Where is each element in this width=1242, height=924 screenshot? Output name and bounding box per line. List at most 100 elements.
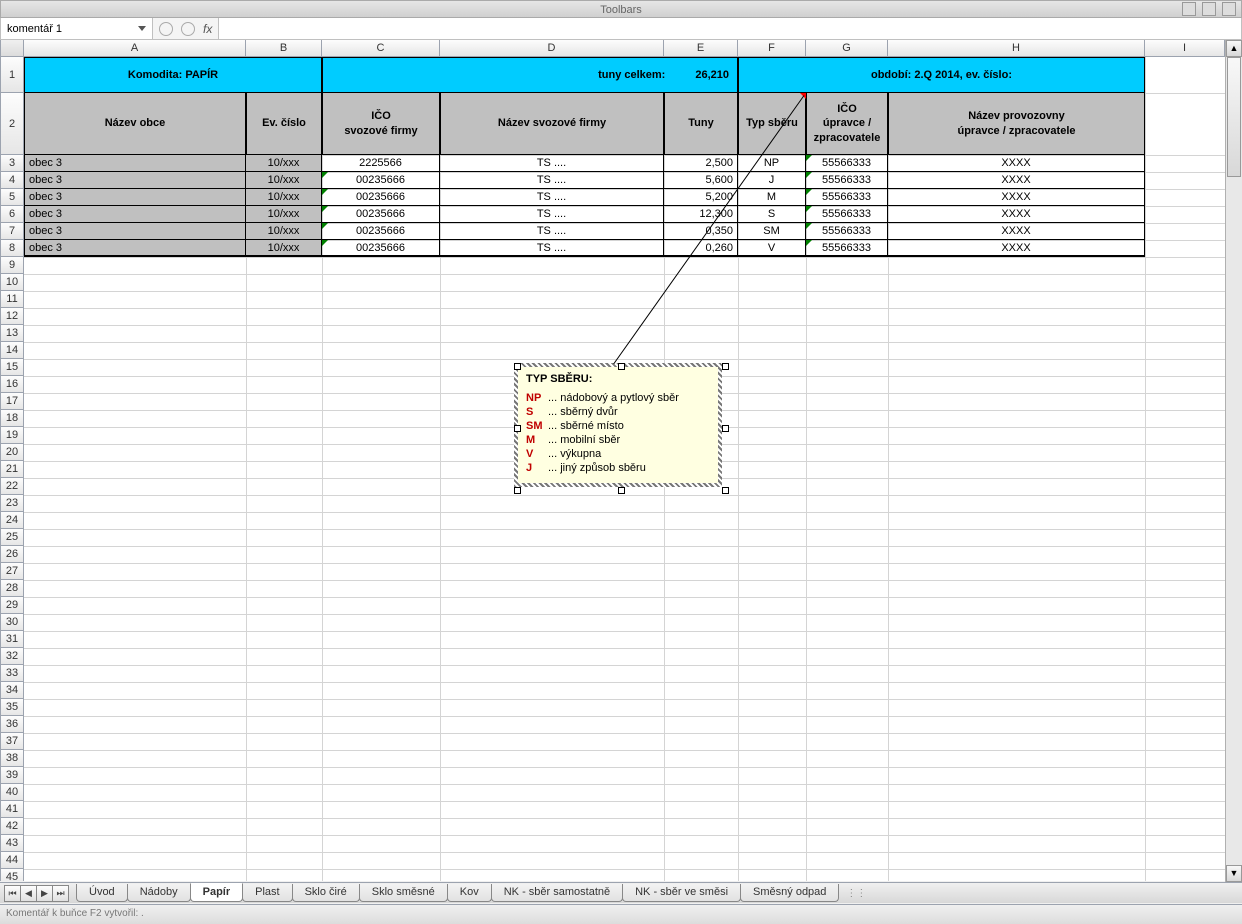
cell-G6[interactable]: 55566333	[806, 206, 888, 223]
row-header-38[interactable]: 38	[1, 750, 24, 767]
formula-cancel-icon[interactable]	[159, 22, 173, 36]
row-header-7[interactable]: 7	[1, 223, 24, 240]
row-header-21[interactable]: 21	[1, 461, 24, 478]
cell-A3[interactable]: obec 3	[24, 155, 246, 172]
table-header-D[interactable]: Název svozové firmy	[440, 93, 664, 155]
cell-H8[interactable]: XXXX	[888, 240, 1145, 257]
cell-D7[interactable]: TS ....	[440, 223, 664, 240]
cell-H3[interactable]: XXXX	[888, 155, 1145, 172]
scroll-down-button[interactable]: ▼	[1226, 865, 1242, 882]
cell-G7[interactable]: 55566333	[806, 223, 888, 240]
header-tuny-celkem[interactable]: tuny celkem:26,210	[322, 57, 738, 93]
row-header-24[interactable]: 24	[1, 512, 24, 529]
row-header-33[interactable]: 33	[1, 665, 24, 682]
sheet-tab--vod[interactable]: Úvod	[76, 884, 128, 902]
row-header-10[interactable]: 10	[1, 274, 24, 291]
cell-C5[interactable]: 00235666	[322, 189, 440, 206]
cell-G4[interactable]: 55566333	[806, 172, 888, 189]
cell-B3[interactable]: 10/xxx	[246, 155, 322, 172]
row-header-32[interactable]: 32	[1, 648, 24, 665]
error-indicator-icon[interactable]	[322, 172, 328, 178]
row-header-27[interactable]: 27	[1, 563, 24, 580]
row-header-23[interactable]: 23	[1, 495, 24, 512]
cell-D4[interactable]: TS ....	[440, 172, 664, 189]
row-header-3[interactable]: 3	[1, 155, 24, 172]
error-indicator-icon[interactable]	[806, 172, 812, 178]
row-header-16[interactable]: 16	[1, 376, 24, 393]
resize-handle[interactable]	[722, 487, 729, 494]
table-header-F[interactable]: Typ sběru	[738, 93, 806, 155]
sheet-tab-kov[interactable]: Kov	[447, 884, 492, 902]
error-indicator-icon[interactable]	[322, 240, 328, 246]
col-header-F[interactable]: F	[738, 40, 806, 56]
sheet-tab-sklo-ir-[interactable]: Sklo čiré	[292, 884, 360, 902]
row-header-44[interactable]: 44	[1, 852, 24, 869]
error-indicator-icon[interactable]	[806, 189, 812, 195]
cell-C7[interactable]: 00235666	[322, 223, 440, 240]
row-header-15[interactable]: 15	[1, 359, 24, 376]
row-header-12[interactable]: 12	[1, 308, 24, 325]
row-header-22[interactable]: 22	[1, 478, 24, 495]
col-header-H[interactable]: H	[888, 40, 1145, 56]
row-header-11[interactable]: 11	[1, 291, 24, 308]
cell-H4[interactable]: XXXX	[888, 172, 1145, 189]
row-header-18[interactable]: 18	[1, 410, 24, 427]
row-header-35[interactable]: 35	[1, 699, 24, 716]
cell-B4[interactable]: 10/xxx	[246, 172, 322, 189]
cell-H5[interactable]: XXXX	[888, 189, 1145, 206]
error-indicator-icon[interactable]	[806, 206, 812, 212]
cell-D6[interactable]: TS ....	[440, 206, 664, 223]
resize-handle[interactable]	[722, 363, 729, 370]
cell-G5[interactable]: 55566333	[806, 189, 888, 206]
sheet-tab-nk-sb-r-samostatn-[interactable]: NK - sběr samostatně	[491, 884, 623, 902]
resize-handle[interactable]	[618, 363, 625, 370]
header-komodita[interactable]: Komodita: PAPÍR	[24, 57, 322, 93]
cell-H7[interactable]: XXXX	[888, 223, 1145, 240]
row-header-2[interactable]: 2	[1, 93, 24, 155]
col-header-C[interactable]: C	[322, 40, 440, 56]
row-header-28[interactable]: 28	[1, 580, 24, 597]
header-obdobi[interactable]: období: 2.Q 2014, ev. číslo:	[738, 57, 1145, 93]
table-header-B[interactable]: Ev. číslo	[246, 93, 322, 155]
table-header-E[interactable]: Tuny	[664, 93, 738, 155]
tab-prev-button[interactable]: ◀	[20, 885, 37, 902]
maximize-button[interactable]	[1202, 2, 1216, 16]
scroll-up-button[interactable]: ▲	[1226, 40, 1242, 57]
cell-A6[interactable]: obec 3	[24, 206, 246, 223]
col-header-I[interactable]: I	[1145, 40, 1225, 56]
sheet-tab-sklo-sm-sn-[interactable]: Sklo směsné	[359, 884, 448, 902]
cell-D8[interactable]: TS ....	[440, 240, 664, 257]
cell-E8[interactable]: 0,260	[664, 240, 738, 257]
cell-A5[interactable]: obec 3	[24, 189, 246, 206]
formula-accept-icon[interactable]	[181, 22, 195, 36]
row-header-5[interactable]: 5	[1, 189, 24, 206]
tab-next-button[interactable]: ▶	[36, 885, 53, 902]
table-header-C[interactable]: IČO svozové firmy	[322, 93, 440, 155]
row-header-30[interactable]: 30	[1, 614, 24, 631]
resize-handle[interactable]	[514, 487, 521, 494]
minimize-button[interactable]	[1182, 2, 1196, 16]
row-header-40[interactable]: 40	[1, 784, 24, 801]
error-indicator-icon[interactable]	[322, 189, 328, 195]
vertical-scrollbar[interactable]: ▲ ▼	[1225, 40, 1242, 882]
cell-C6[interactable]: 00235666	[322, 206, 440, 223]
row-header-17[interactable]: 17	[1, 393, 24, 410]
row-header-26[interactable]: 26	[1, 546, 24, 563]
row-header-42[interactable]: 42	[1, 818, 24, 835]
cell-F7[interactable]: SM	[738, 223, 806, 240]
name-box-dropdown-icon[interactable]	[138, 26, 146, 31]
table-header-A[interactable]: Název obce	[24, 93, 246, 155]
table-header-H[interactable]: Název provozovny úpravce / zpracovatele	[888, 93, 1145, 155]
cell-H6[interactable]: XXXX	[888, 206, 1145, 223]
row-header-45[interactable]: 45	[1, 869, 24, 881]
error-indicator-icon[interactable]	[806, 155, 812, 161]
row-header-14[interactable]: 14	[1, 342, 24, 359]
cell-F8[interactable]: V	[738, 240, 806, 257]
sheet-tab-sm-sn-odpad[interactable]: Směsný odpad	[740, 884, 839, 902]
cell-F3[interactable]: NP	[738, 155, 806, 172]
cell-F6[interactable]: S	[738, 206, 806, 223]
comment-box[interactable]: TYP SBĚRU:NP... nádobový a pytlový sběrS…	[514, 363, 722, 487]
row-header-9[interactable]: 9	[1, 257, 24, 274]
sheet-tab-nk-sb-r-ve-sm-si[interactable]: NK - sběr ve směsi	[622, 884, 741, 902]
row-header-34[interactable]: 34	[1, 682, 24, 699]
